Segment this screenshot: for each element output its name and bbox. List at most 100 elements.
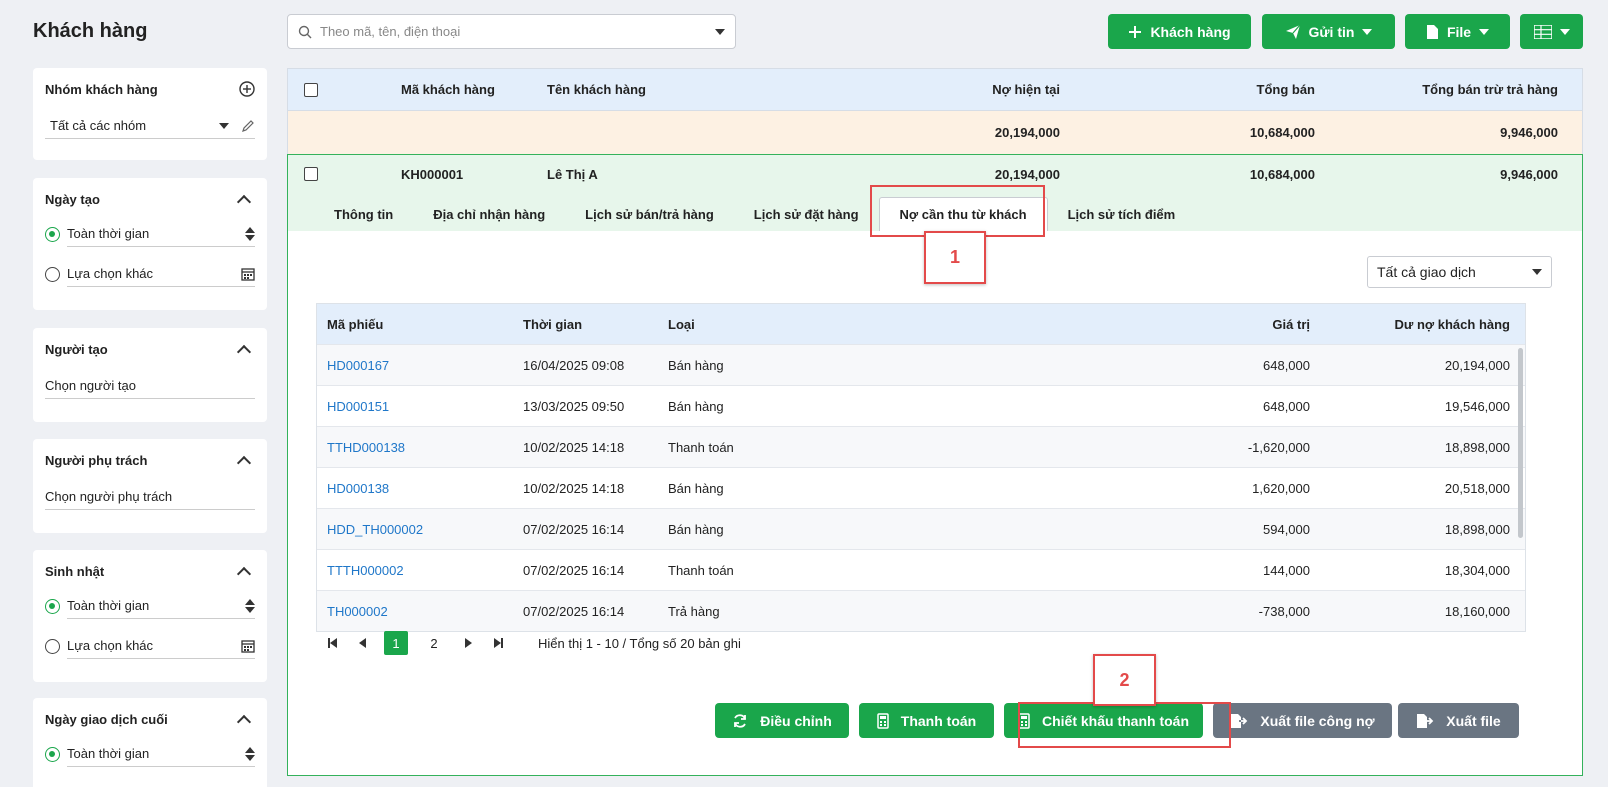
- row-balance: 20,518,000: [1444, 480, 1510, 496]
- created-custom-field[interactable]: Lựa chọn khác: [67, 261, 255, 287]
- voucher-link[interactable]: HD000138: [317, 481, 523, 496]
- export-debt-button[interactable]: Xuất file công nợ: [1213, 703, 1392, 738]
- voucher-link[interactable]: TTTH000002: [317, 563, 523, 578]
- callout-badge-2: 2: [1093, 654, 1156, 706]
- page-2-button[interactable]: 2: [422, 631, 446, 655]
- tab-order-history[interactable]: Lịch sử đặt hàng: [734, 197, 879, 231]
- page-title: Khách hàng: [33, 20, 148, 42]
- voucher-link[interactable]: HD000151: [317, 399, 523, 414]
- search-input[interactable]: [320, 24, 715, 39]
- table-row: HD000151 13/03/2025 09:50 Bán hàng 648,0…: [317, 385, 1525, 426]
- prev-page-icon[interactable]: [354, 638, 370, 648]
- header-code[interactable]: Mã khách hàng: [334, 82, 547, 97]
- file-icon: [1426, 24, 1438, 39]
- created-all-time-select[interactable]: Toàn thời gian: [67, 221, 255, 247]
- chevron-down-icon: [1362, 28, 1373, 35]
- last-tx-all-time-radio[interactable]: [45, 746, 60, 762]
- group-select[interactable]: Tất cả các nhóm: [45, 113, 255, 139]
- chevron-down-icon: [1559, 28, 1570, 35]
- debt-header-time: Thời gian: [523, 316, 583, 332]
- tab-address[interactable]: Địa chỉ nhận hàng: [413, 197, 565, 231]
- header-net[interactable]: Tổng bán trừ trả hàng: [1315, 82, 1570, 97]
- manager-select[interactable]: Chọn người phụ trách: [45, 484, 255, 510]
- birthday-all-time-select[interactable]: Toàn thời gian: [67, 593, 255, 619]
- pagination: 1 2 Hiển thị 1 - 10 / Tổng số 20 bản ghi: [324, 631, 741, 655]
- chevron-up-icon[interactable]: [236, 194, 252, 209]
- created-all-time-radio[interactable]: [45, 226, 60, 242]
- send-message-button[interactable]: Gửi tin: [1262, 14, 1395, 49]
- calendar-icon[interactable]: [241, 267, 255, 281]
- chevron-down-icon[interactable]: [715, 28, 725, 35]
- row-balance: 18,304,000: [1444, 562, 1510, 578]
- sort-updown-icon: [245, 226, 255, 241]
- row-sales: 10,684,000: [1249, 166, 1315, 182]
- voucher-link[interactable]: TTHD000138: [317, 440, 523, 455]
- select-all-checkbox[interactable]: [304, 82, 318, 97]
- row-net: 9,946,000: [1500, 166, 1558, 182]
- row-value: 648,000: [1263, 357, 1310, 373]
- pagination-info: Hiển thị 1 - 10 / Tổng số 20 bản ghi: [538, 635, 741, 651]
- birthday-custom-field[interactable]: Lựa chọn khác: [67, 633, 255, 659]
- refresh-icon: [734, 713, 747, 728]
- table-row: HDD_TH000002 07/02/2025 16:14 Bán hàng 5…: [317, 508, 1525, 549]
- header-sales[interactable]: Tổng bán: [1060, 82, 1316, 97]
- add-customer-button[interactable]: Khách hàng: [1108, 14, 1251, 49]
- chevron-up-icon[interactable]: [236, 344, 252, 359]
- row-type: Bán hàng: [668, 357, 724, 373]
- last-tx-all-time-select[interactable]: Toàn thời gian: [67, 741, 255, 767]
- page-1-button[interactable]: 1: [384, 631, 408, 655]
- row-debt: 20,194,000: [994, 166, 1060, 182]
- pencil-icon[interactable]: [241, 119, 255, 133]
- chevron-up-icon[interactable]: [236, 714, 252, 729]
- created-custom-radio[interactable]: [45, 266, 60, 282]
- sort-updown-icon: [245, 746, 255, 761]
- chevron-up-icon[interactable]: [236, 566, 252, 581]
- birthday-custom-label: Lựa chọn khác: [67, 638, 154, 653]
- voucher-link[interactable]: HD000167: [317, 358, 523, 373]
- manager-title: Người phụ trách: [45, 452, 148, 468]
- send-message-label: Gửi tin: [1308, 23, 1355, 40]
- last-transaction-panel: Ngày giao dịch cuối Toàn thời gian: [33, 698, 267, 787]
- tab-info[interactable]: Thông tin: [314, 197, 413, 231]
- next-page-icon[interactable]: [460, 638, 476, 648]
- row-name: Lê Thị A: [547, 166, 598, 182]
- manager-panel: Người phụ trách Chọn người phụ trách: [33, 439, 267, 533]
- voucher-link[interactable]: HDD_TH000002: [317, 522, 523, 537]
- adjust-button[interactable]: Điều chỉnh: [715, 703, 849, 738]
- row-checkbox[interactable]: [304, 167, 318, 181]
- table-row: TH000002 07/02/2025 16:14 Trả hàng -738,…: [317, 590, 1525, 631]
- last-page-icon[interactable]: [490, 638, 506, 648]
- file-export-icon: [1417, 713, 1434, 728]
- row-time: 07/02/2025 16:14: [523, 562, 625, 578]
- transaction-filter-value: Tất cả giao dịch: [1377, 264, 1476, 280]
- search-box: [287, 14, 736, 49]
- paper-plane-icon: [1285, 24, 1300, 39]
- header-name[interactable]: Tên khách hàng: [547, 82, 807, 97]
- tab-sales-history[interactable]: Lịch sử bán/trả hàng: [565, 197, 734, 231]
- calendar-icon[interactable]: [241, 639, 255, 653]
- pay-button[interactable]: Thanh toán: [859, 703, 994, 738]
- file-button[interactable]: File: [1405, 14, 1510, 49]
- add-circle-icon[interactable]: [239, 81, 255, 97]
- debt-header-balance: Dư nợ khách hàng: [1394, 316, 1510, 332]
- birthday-all-time-radio[interactable]: [45, 598, 60, 614]
- export-file-button[interactable]: Xuất file: [1398, 703, 1519, 738]
- plus-icon: [1129, 25, 1142, 38]
- first-page-icon[interactable]: [324, 638, 340, 648]
- creator-select[interactable]: Chọn người tạo: [45, 373, 255, 399]
- chevron-up-icon[interactable]: [236, 455, 252, 470]
- scrollbar[interactable]: [1518, 348, 1523, 538]
- summary-net: 9,946,000: [1500, 125, 1558, 140]
- tab-points-history[interactable]: Lịch sử tích điểm: [1048, 197, 1196, 231]
- birthday-custom-radio[interactable]: [45, 638, 60, 654]
- column-view-button[interactable]: [1520, 14, 1583, 49]
- table-row: HD000138 10/02/2025 14:18 Bán hàng 1,620…: [317, 467, 1525, 508]
- file-export-icon: [1231, 713, 1248, 728]
- voucher-link[interactable]: TH000002: [317, 604, 523, 619]
- row-balance: 19,546,000: [1444, 398, 1510, 414]
- debt-table: Mã phiếu Thời gian Loại Giá trị Dư nợ kh…: [316, 303, 1526, 632]
- transaction-filter-select[interactable]: Tất cả giao dịch: [1367, 256, 1552, 288]
- header-debt[interactable]: Nợ hiện tại: [807, 82, 1060, 97]
- birthday-panel: Sinh nhật Toàn thời gian Lựa chọn khác: [33, 550, 267, 682]
- row-value: 594,000: [1263, 521, 1310, 537]
